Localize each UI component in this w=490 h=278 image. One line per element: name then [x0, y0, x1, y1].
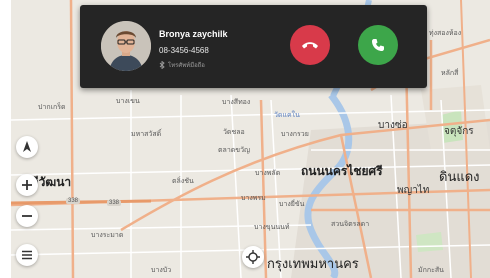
incoming-call-card: Bronya zaychilk 08-3456-4568 โทรศัพท์มือ…: [80, 5, 427, 88]
map-label: ตลิ่งชัน: [172, 178, 194, 185]
map-label: ทุ่งสองห้อง: [429, 30, 462, 37]
decline-call-button[interactable]: [290, 25, 330, 65]
map-label: จตุจักร: [444, 126, 474, 137]
map-label: ตลาดขวัญ: [218, 147, 250, 154]
map-label: บางระมาด: [91, 232, 124, 239]
map-label: ดินแดง: [439, 169, 480, 184]
map-label: บางขุนนนท์: [254, 224, 290, 231]
phone-hangup-icon: [302, 42, 318, 49]
map-label: ถนนนครไชยศรี: [301, 164, 383, 178]
map-label: พญาไท: [397, 185, 430, 196]
map-label: วัดแคใน: [274, 112, 300, 119]
map-label: มักกะสัน: [418, 267, 444, 274]
phone-answer-icon: [372, 39, 384, 51]
locate-button[interactable]: [242, 246, 264, 268]
map-label: บางสีทอง: [222, 99, 251, 106]
map-label: บางกรวย: [281, 131, 309, 138]
map-label: บางเขน: [116, 98, 140, 105]
menu-button[interactable]: [16, 244, 38, 266]
compass-icon: [23, 141, 31, 152]
road-shield: 338: [107, 200, 122, 206]
map-label: ปากเกร็ด: [38, 104, 66, 111]
navigation-screen: ทุ่งสองห้อง หลักสี่ ปากเกร็ด บางเขน บางส…: [0, 0, 490, 278]
caller-avatar: [101, 21, 151, 71]
map-label: หลักสี่: [441, 70, 459, 77]
minus-icon: [22, 215, 32, 217]
map-label: บางพรม: [241, 195, 266, 202]
map-label: บางพลัด: [255, 170, 281, 177]
map-label: มหาสวัสดิ์: [131, 131, 162, 138]
map-label: วัดชลอ: [223, 129, 245, 136]
compass-button[interactable]: [16, 136, 38, 158]
road-shield: 338: [66, 198, 81, 204]
zoom-in-button[interactable]: [16, 174, 38, 196]
map-label: บางยี่ขัน: [279, 201, 305, 208]
menu-icon: [22, 250, 32, 260]
map-label: กรุงเทพมหานคร: [267, 256, 359, 271]
bluetooth-icon: [159, 61, 165, 69]
connection-status: โทรศัพท์มือถือ: [159, 60, 205, 70]
caller-name: Bronya zaychilk: [159, 29, 228, 39]
connection-label: โทรศัพท์มือถือ: [168, 63, 205, 69]
caller-number: 08-3456-4568: [159, 46, 209, 55]
map-label: สวนจิตรลดา: [331, 221, 370, 228]
map-label: บางซ่อ: [378, 120, 408, 131]
accept-call-button[interactable]: [358, 25, 398, 65]
crosshair-icon: [246, 250, 260, 264]
map-label: บางบัว: [151, 267, 172, 274]
plus-icon: [22, 180, 32, 190]
zoom-out-button[interactable]: [16, 205, 38, 227]
